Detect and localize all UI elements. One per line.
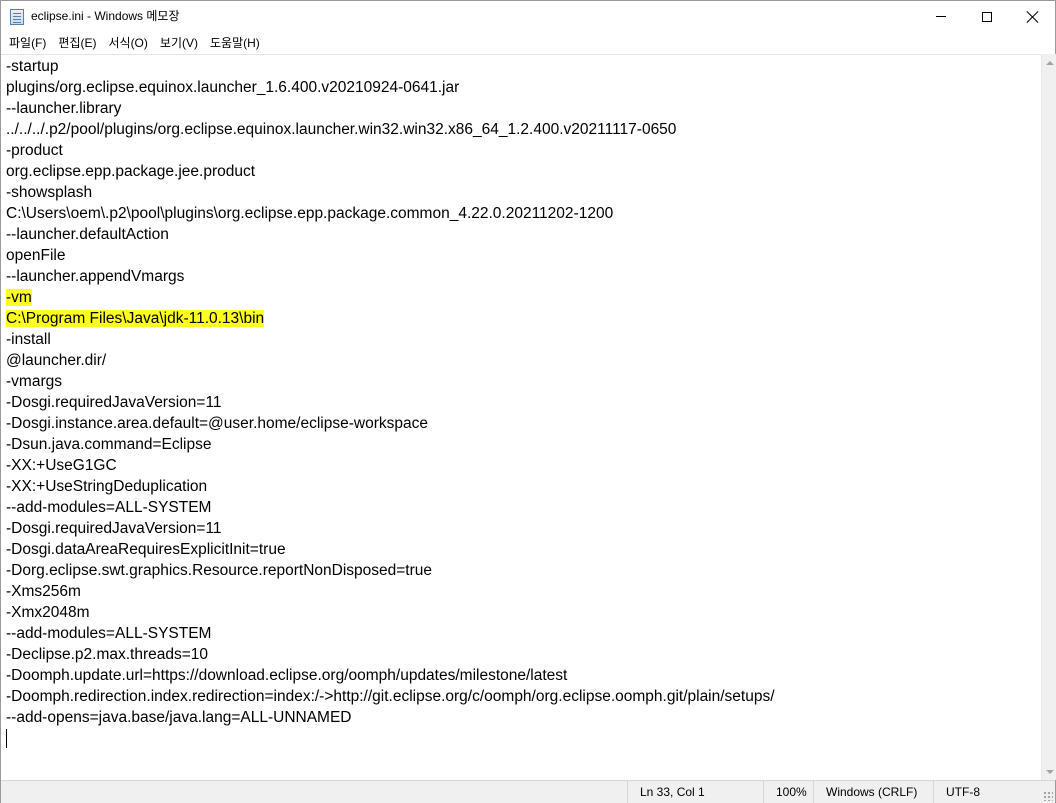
text-line-content: -product <box>6 142 63 159</box>
text-line-content: -vmargs <box>6 373 62 390</box>
text-line: @launcher.dir/ <box>6 350 775 371</box>
scroll-down-button[interactable] <box>1042 763 1056 780</box>
text-line: C:\Program Files\Java\jdk-11.0.13\bin <box>6 308 775 329</box>
text-line-content: -Dosgi.dataAreaRequiresExplicitInit=true <box>6 541 286 558</box>
minimize-button[interactable] <box>918 1 964 32</box>
menu-edit[interactable]: 편집(E) <box>52 33 102 53</box>
text-line <box>6 728 775 749</box>
menu-format[interactable]: 서식(O) <box>102 33 153 53</box>
text-line-content: -Dosgi.requiredJavaVersion=11 <box>6 394 222 411</box>
minimize-icon <box>936 16 946 17</box>
window-title: eclipse.ini - Windows 메모장 <box>31 9 180 23</box>
text-line: ../../../.p2/pool/plugins/org.eclipse.eq… <box>6 119 775 140</box>
menu-view[interactable]: 보기(V) <box>154 33 204 53</box>
text-line: -Dsun.java.command=Eclipse <box>6 434 775 455</box>
text-line-content: -showsplash <box>6 184 93 201</box>
text-line: -vm <box>6 287 775 308</box>
text-line-content: -Dsun.java.command=Eclipse <box>6 436 212 453</box>
text-line: --add-modules=ALL-SYSTEM <box>6 497 775 518</box>
text-line: --add-modules=ALL-SYSTEM <box>6 623 775 644</box>
encoding: UTF-8 <box>933 781 1055 803</box>
text-line-content: -XX:+UseG1GC <box>6 457 117 474</box>
maximize-icon <box>982 11 992 22</box>
text-line-content: plugins/org.eclipse.equinox.launcher_1.6… <box>6 79 460 96</box>
text-line-content: -startup <box>6 58 59 75</box>
close-button[interactable] <box>1010 1 1056 32</box>
text-line: -Dosgi.requiredJavaVersion=11 <box>6 518 775 539</box>
text-editor[interactable]: -startup plugins/org.eclipse.equinox.laun… <box>1 54 1041 780</box>
line-ending: Windows (CRLF) <box>813 781 933 803</box>
text-line: -vmargs <box>6 371 775 392</box>
status-bar: Ln 33, Col 1 100% Windows (CRLF) UTF-8 <box>1 780 1055 803</box>
text-line: -Dosgi.instance.area.default=@user.home/… <box>6 413 775 434</box>
text-line: -XX:+UseStringDeduplication <box>6 476 775 497</box>
text-line: plugins/org.eclipse.equinox.launcher_1.6… <box>6 77 775 98</box>
text-line-content: ../../../.p2/pool/plugins/org.eclipse.eq… <box>6 121 677 138</box>
text-line-content: org.eclipse.epp.package.jee.product <box>6 163 256 180</box>
menu-file[interactable]: 파일(F) <box>3 33 52 53</box>
text-line-content: -Declipse.p2.max.threads=10 <box>6 646 209 663</box>
text-line: -Dorg.eclipse.swt.graphics.Resource.repo… <box>6 560 775 581</box>
menu-help[interactable]: 도움말(H) <box>204 33 266 53</box>
text-line-content: -Xmx2048m <box>6 604 90 621</box>
text-line-content: C:\Program Files\Java\jdk-11.0.13\bin <box>6 310 265 327</box>
resize-grip-icon[interactable] <box>1043 791 1053 801</box>
text-line: openFile <box>6 245 775 266</box>
text-line: -showsplash <box>6 182 775 203</box>
text-line: org.eclipse.epp.package.jee.product <box>6 161 775 182</box>
text-line: --launcher.library <box>6 98 775 119</box>
text-line: -Xmx2048m <box>6 602 775 623</box>
text-line-content: openFile <box>6 247 66 264</box>
maximize-button[interactable] <box>964 1 1010 32</box>
text-line-content: -Dorg.eclipse.swt.graphics.Resource.repo… <box>6 562 433 579</box>
text-line-content: -Dosgi.requiredJavaVersion=11 <box>6 520 222 537</box>
text-line-content: @launcher.dir/ <box>6 352 107 369</box>
text-line: C:\Users\oem\.p2\pool\plugins\org.eclips… <box>6 203 775 224</box>
close-icon <box>1027 11 1039 23</box>
text-line-content: -XX:+UseStringDeduplication <box>6 478 208 495</box>
text-line: --launcher.appendVmargs <box>6 266 775 287</box>
title-bar[interactable]: eclipse.ini - Windows 메모장 <box>1 1 1055 32</box>
arrow-down-icon <box>1045 769 1054 774</box>
text-line: -Xms256m <box>6 581 775 602</box>
text-line: --add-opens=java.base/java.lang=ALL-UNNA… <box>6 707 775 728</box>
text-line-content: --add-opens=java.base/java.lang=ALL-UNNA… <box>6 709 352 726</box>
scroll-up-button[interactable] <box>1042 54 1056 71</box>
text-line: -startup <box>6 56 775 77</box>
zoom-level: 100% <box>763 781 813 803</box>
text-line: -Dosgi.dataAreaRequiresExplicitInit=true <box>6 539 775 560</box>
vertical-scrollbar[interactable] <box>1041 54 1056 780</box>
arrow-up-icon <box>1045 60 1054 65</box>
menu-bar: 파일(F) 편집(E) 서식(O) 보기(V) 도움말(H) <box>1 32 1055 53</box>
text-line: -Dosgi.requiredJavaVersion=11 <box>6 392 775 413</box>
text-line-content: -vm <box>6 289 32 306</box>
text-line-content: -Xms256m <box>6 583 81 600</box>
text-caret <box>6 729 7 748</box>
text-line-content: --launcher.appendVmargs <box>6 268 185 285</box>
text-line-content: -Dosgi.instance.area.default=@user.home/… <box>6 415 428 432</box>
text-line-content: -Doomph.update.url=https://download.ecli… <box>6 667 568 684</box>
text-line-content: --add-modules=ALL-SYSTEM <box>6 499 212 516</box>
text-line-content: --add-modules=ALL-SYSTEM <box>6 625 212 642</box>
text-line: -Declipse.p2.max.threads=10 <box>6 644 775 665</box>
text-line-content: --launcher.library <box>6 100 122 117</box>
text-line: -install <box>6 329 775 350</box>
text-line: -XX:+UseG1GC <box>6 455 775 476</box>
text-line-content: --launcher.defaultAction <box>6 226 169 243</box>
text-line: --launcher.defaultAction <box>6 224 775 245</box>
text-line: -Doomph.update.url=https://download.ecli… <box>6 665 775 686</box>
text-line-content: -install <box>6 331 51 348</box>
text-line-content: C:\Users\oem\.p2\pool\plugins\org.eclips… <box>6 205 614 222</box>
notepad-window: eclipse.ini - Windows 메모장 파일(F) 편집(E) 서식… <box>0 0 1056 803</box>
text-line: -Doomph.redirection.index.redirection=in… <box>6 686 775 707</box>
notepad-icon <box>10 9 24 25</box>
cursor-position: Ln 33, Col 1 <box>627 781 763 803</box>
text-line-content: -Doomph.redirection.index.redirection=in… <box>6 688 775 705</box>
editor-text[interactable]: -startup plugins/org.eclipse.equinox.laun… <box>6 56 775 749</box>
text-line: -product <box>6 140 775 161</box>
